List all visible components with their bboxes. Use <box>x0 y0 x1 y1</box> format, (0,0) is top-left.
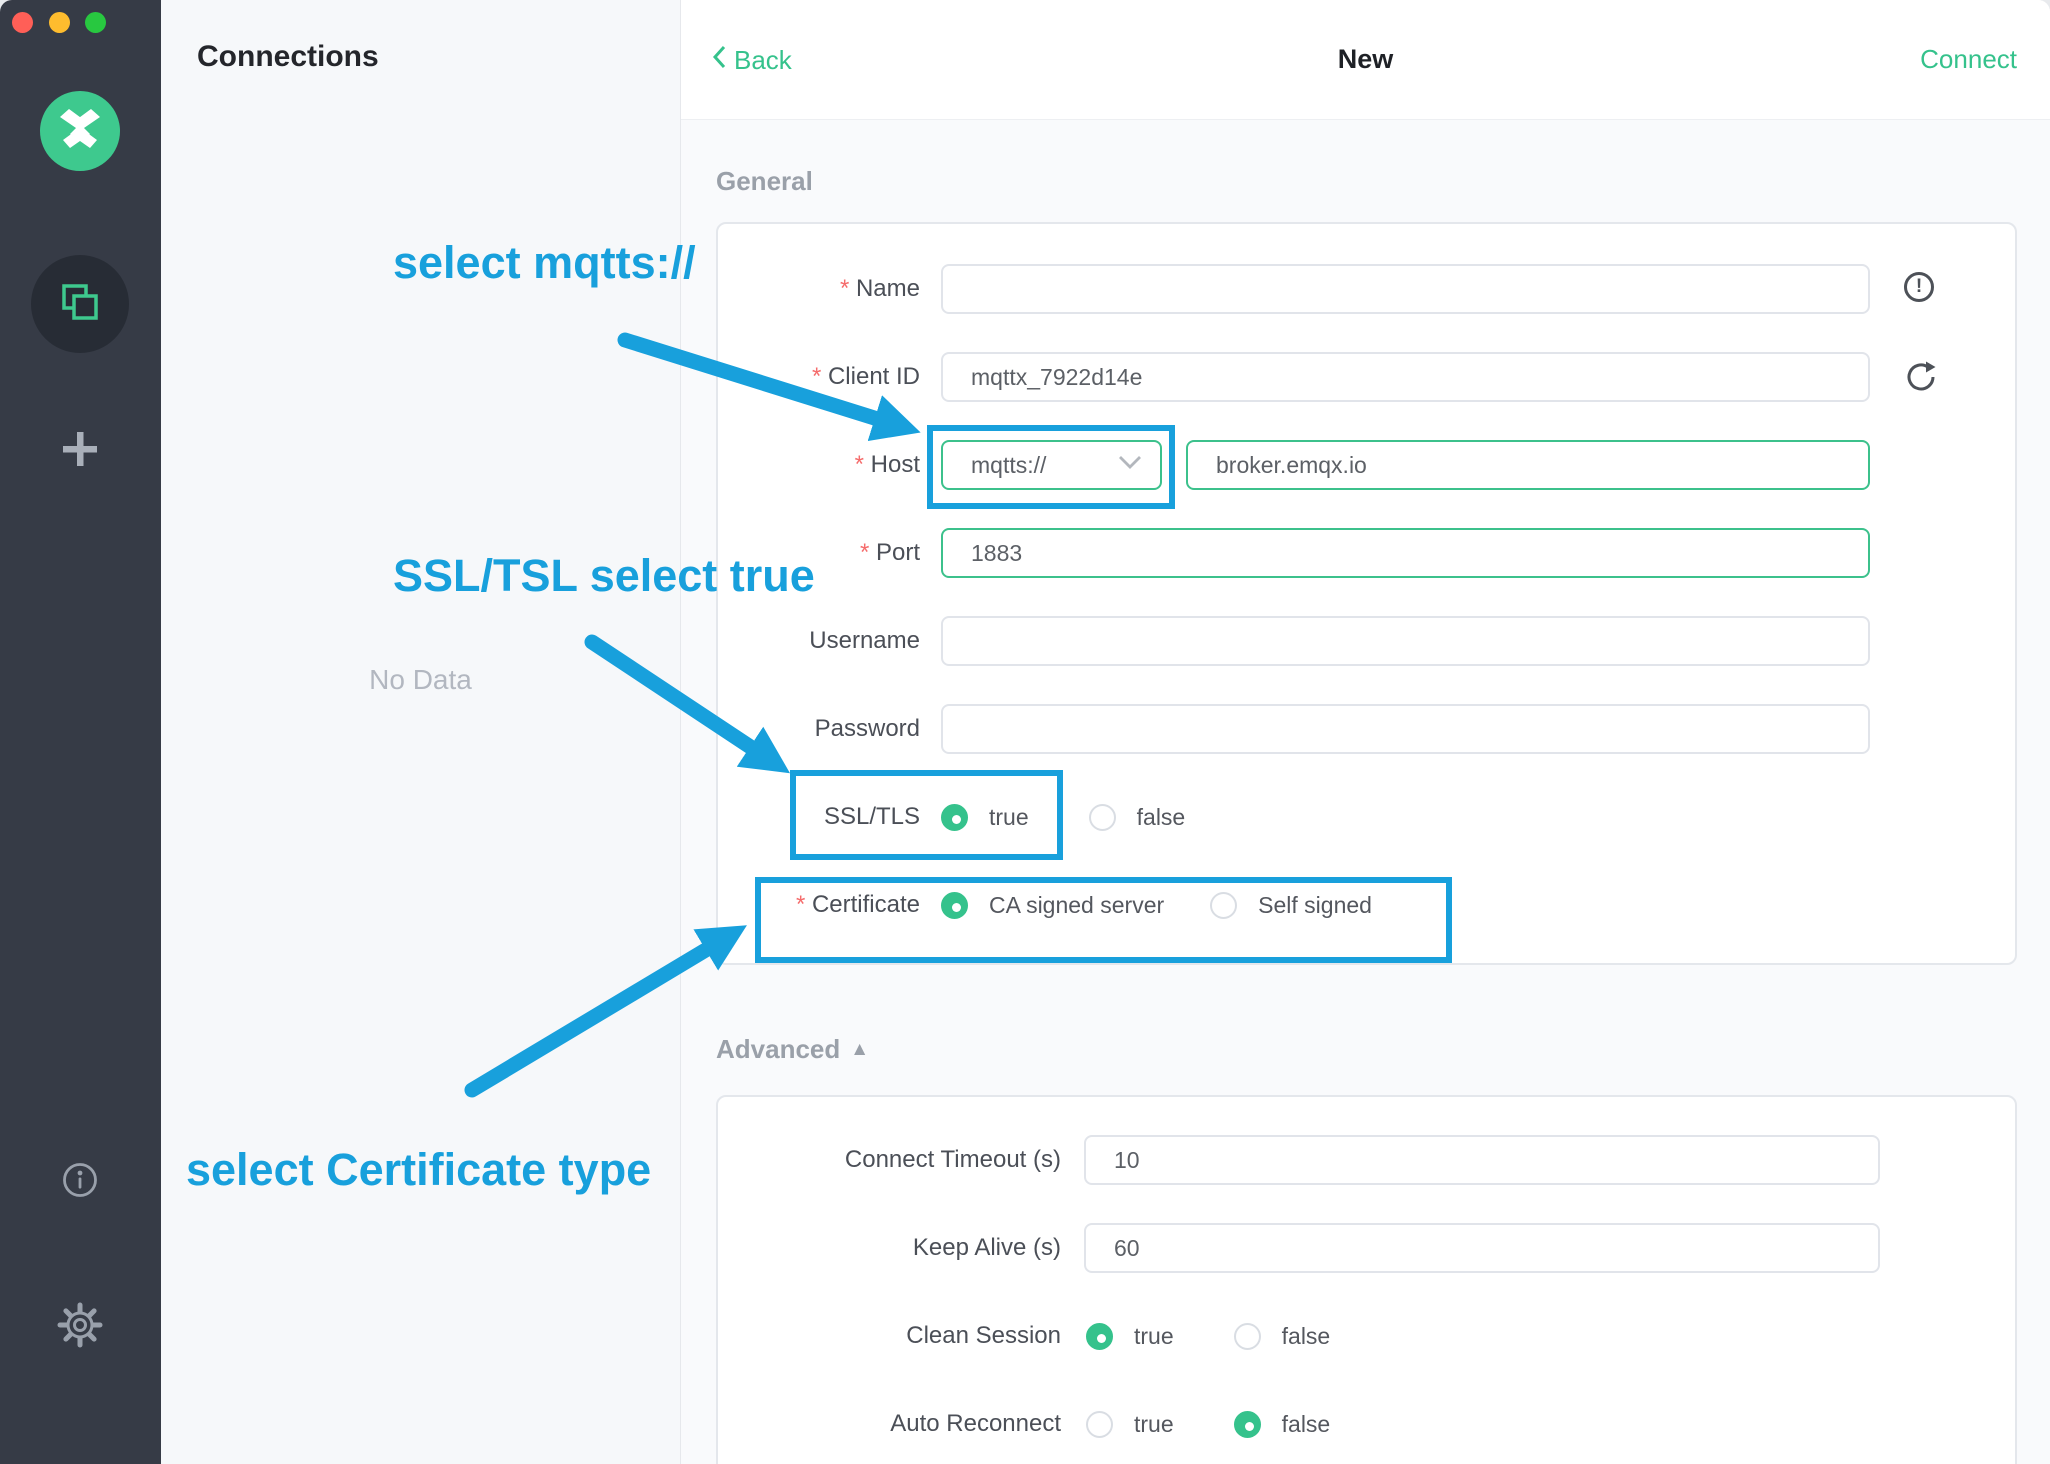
mqttx-window: Connections No Data Back New Connect Gen… <box>0 0 2050 1464</box>
keep-alive-label: Keep Alive (s) <box>718 1234 1061 1262</box>
protocol-select[interactable]: mqtts:// <box>941 440 1162 490</box>
general-section-title: General <box>716 166 813 197</box>
certificate-ca-label[interactable]: CA signed server <box>989 892 1164 919</box>
auto-reconnect-true-radio[interactable] <box>1086 1411 1113 1438</box>
clean-session-label: Clean Session <box>718 1322 1061 1350</box>
annotation-text-protocol: select mqtts:// <box>393 237 696 289</box>
certificate-row: Certificate CA signed server Self signed <box>718 880 2015 930</box>
host-label: Host <box>718 451 920 479</box>
chevron-down-icon <box>1118 455 1160 475</box>
client-id-label: Client ID <box>718 363 920 391</box>
annotation-text-ssl: SSL/TSL select true <box>393 550 815 602</box>
info-icon <box>61 1186 99 1203</box>
gear-icon <box>56 1336 104 1353</box>
connect-timeout-input[interactable] <box>1084 1135 1880 1185</box>
connections-panel-title: Connections <box>197 40 379 74</box>
window-close-button[interactable] <box>12 12 33 33</box>
clean-session-false-radio[interactable] <box>1234 1323 1261 1350</box>
name-label: Name <box>718 275 920 303</box>
certificate-self-label[interactable]: Self signed <box>1258 892 1372 919</box>
client-id-input[interactable] <box>941 352 1870 402</box>
auto-reconnect-false-radio[interactable] <box>1234 1411 1261 1438</box>
window-zoom-button[interactable] <box>85 12 106 33</box>
name-row: Name <box>718 264 2015 314</box>
ssl-true-label[interactable]: true <box>989 804 1029 831</box>
host-input[interactable] <box>1186 440 1870 490</box>
sidebar-item-connections[interactable] <box>31 255 129 353</box>
sidebar <box>0 0 161 1464</box>
password-label: Password <box>718 715 920 743</box>
connections-panel: Connections No Data <box>161 0 681 1464</box>
advanced-form-card: Connect Timeout (s) Keep Alive (s) Clean… <box>716 1095 2017 1464</box>
general-form-card: Name Client ID Host mq <box>716 222 2017 965</box>
plus-icon <box>60 456 100 473</box>
new-connection-view: Back New Connect General Name Client ID <box>681 0 2050 1464</box>
mqttx-logo <box>40 91 120 171</box>
page-title: New <box>681 44 2050 75</box>
clean-session-row: Clean Session true false <box>718 1311 2015 1361</box>
keep-alive-input[interactable] <box>1084 1223 1880 1273</box>
connect-button[interactable]: Connect <box>1920 44 2017 75</box>
auto-reconnect-row: Auto Reconnect true false <box>718 1399 2015 1449</box>
ssl-false-label[interactable]: false <box>1137 804 1186 831</box>
header: Back New Connect <box>681 0 2050 120</box>
password-row: Password <box>718 704 2015 754</box>
certificate-self-radio[interactable] <box>1210 892 1237 919</box>
ssl-false-radio[interactable] <box>1089 804 1116 831</box>
ssl-true-radio[interactable] <box>941 804 968 831</box>
clean-session-true-label[interactable]: true <box>1134 1323 1174 1350</box>
auto-reconnect-false-label[interactable]: false <box>1282 1411 1331 1438</box>
client-id-row: Client ID <box>718 352 2015 402</box>
port-input[interactable] <box>941 528 1870 578</box>
ssl-tls-label: SSL/TLS <box>718 803 920 831</box>
username-row: Username <box>718 616 2015 666</box>
new-connection-button[interactable] <box>60 429 100 469</box>
username-label: Username <box>718 627 920 655</box>
connections-icon <box>57 279 103 330</box>
clean-session-false-label[interactable]: false <box>1282 1323 1331 1350</box>
name-warning-icon <box>1904 272 1938 306</box>
clean-session-true-radio[interactable] <box>1086 1323 1113 1350</box>
refresh-client-id-icon[interactable] <box>1904 360 1938 394</box>
auto-reconnect-label: Auto Reconnect <box>718 1410 1061 1438</box>
host-row: Host mqtts:// <box>718 440 2015 490</box>
collapse-triangle-icon: ▲ <box>850 1039 869 1061</box>
username-input[interactable] <box>941 616 1870 666</box>
annotation-text-certificate: select Certificate type <box>186 1144 651 1196</box>
empty-list-placeholder: No Data <box>161 664 680 696</box>
certificate-label: Certificate <box>718 891 920 919</box>
window-minimize-button[interactable] <box>49 12 70 33</box>
keep-alive-row: Keep Alive (s) <box>718 1223 2015 1273</box>
about-button[interactable] <box>61 1161 99 1199</box>
protocol-selected-value: mqtts:// <box>971 452 1118 479</box>
port-row: Port <box>718 528 2015 578</box>
password-input[interactable] <box>941 704 1870 754</box>
settings-button[interactable] <box>56 1301 104 1349</box>
name-input[interactable] <box>941 264 1870 314</box>
connect-timeout-label: Connect Timeout (s) <box>718 1146 1061 1174</box>
auto-reconnect-true-label[interactable]: true <box>1134 1411 1174 1438</box>
ssl-tls-row: SSL/TLS true false <box>718 792 2015 842</box>
connect-timeout-row: Connect Timeout (s) <box>718 1135 2015 1185</box>
certificate-ca-radio[interactable] <box>941 892 968 919</box>
advanced-section-toggle[interactable]: Advanced ▲ <box>716 1034 869 1065</box>
